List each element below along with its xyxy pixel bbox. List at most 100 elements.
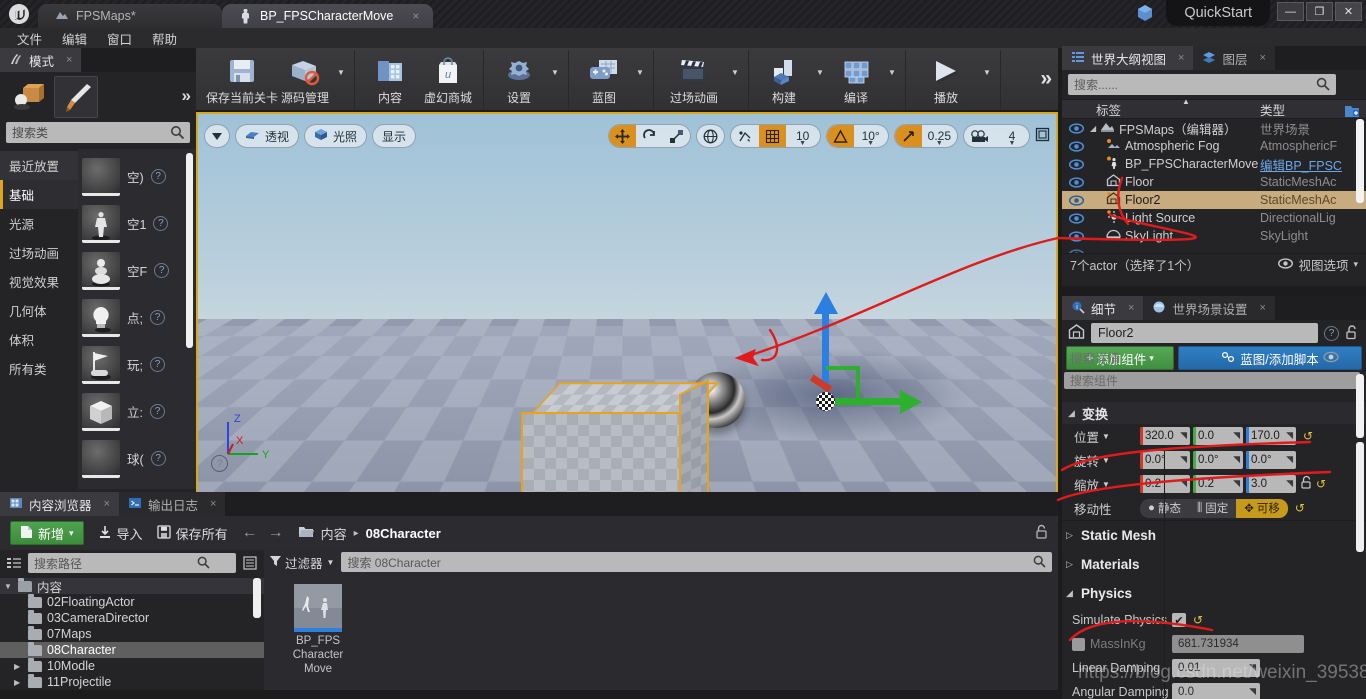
compile-button[interactable]: 编译 bbox=[827, 50, 885, 110]
category-static-mesh[interactable]: ▷ Static Mesh bbox=[1062, 521, 1366, 550]
camera-speed-value[interactable]: 4 ▼ bbox=[995, 125, 1029, 147]
modes-category-lights[interactable]: 光源 bbox=[0, 209, 78, 238]
add-new-button[interactable]: 新增 ▾ bbox=[10, 521, 84, 545]
spinner-icon[interactable]: ◥ bbox=[1233, 478, 1240, 489]
settings-button[interactable]: 设置 bbox=[490, 50, 548, 110]
scale-z-input[interactable]: 3.0 ◥ bbox=[1246, 475, 1296, 493]
compile-caret-icon[interactable]: ▼ bbox=[885, 50, 899, 110]
breadcrumb-current[interactable]: 08Character bbox=[366, 526, 441, 541]
category-physics[interactable]: ◢ Physics bbox=[1062, 579, 1366, 608]
chevron-down-icon[interactable]: ▼ bbox=[1009, 140, 1016, 147]
spinner-icon[interactable]: ◥ bbox=[1233, 454, 1240, 465]
play-caret-icon[interactable]: ▼ bbox=[980, 50, 994, 110]
category-materials[interactable]: ▷ Materials bbox=[1062, 550, 1366, 579]
help-icon[interactable]: ? bbox=[149, 310, 165, 325]
chevron-down-icon[interactable]: ▼ bbox=[327, 558, 335, 567]
import-button[interactable]: 导入 bbox=[98, 524, 143, 543]
scale-lock-icon[interactable] bbox=[1300, 475, 1313, 493]
modes-category-visual-effects[interactable]: 视觉效果 bbox=[0, 267, 78, 296]
modes-category-cinematic[interactable]: 过场动画 bbox=[0, 238, 78, 267]
visibility-eye-icon[interactable] bbox=[1062, 140, 1090, 152]
asset-tile-bp-fpscharactermove[interactable]: BP_FPS Character Move bbox=[286, 584, 350, 676]
position-y-input[interactable]: 0.0 ◥ bbox=[1193, 427, 1243, 445]
tree-node-08character[interactable]: 08Character bbox=[0, 641, 264, 658]
mobility-movable-option[interactable]: ✥ 可移 bbox=[1236, 498, 1288, 518]
scale-x-input[interactable]: 0.2 ◥ bbox=[1140, 475, 1190, 493]
level-tab-fpsmaps[interactable]: FPSMaps* bbox=[38, 4, 222, 28]
chevron-down-icon[interactable]: ▼ bbox=[4, 582, 13, 591]
mobility-stationary-option[interactable]: ⫼ 固定 bbox=[1189, 499, 1236, 518]
lock-icon[interactable] bbox=[1035, 524, 1048, 542]
asset-search-input[interactable]: 搜索 08Character bbox=[341, 552, 1052, 572]
rotate-tool[interactable] bbox=[636, 125, 663, 147]
place-item[interactable]: 球( ? bbox=[82, 435, 196, 482]
modes-category-all-classes[interactable]: 所有类 bbox=[0, 354, 78, 383]
position-z-input[interactable]: 170.0 ◥ bbox=[1246, 427, 1296, 445]
spinner-icon[interactable]: ◥ bbox=[1180, 478, 1187, 489]
build-caret-icon[interactable]: ▼ bbox=[813, 50, 827, 110]
close-icon[interactable]: × bbox=[66, 54, 72, 66]
menu-file[interactable]: 文件 bbox=[8, 27, 51, 50]
tab-world-settings[interactable]: 世界场景设置 × bbox=[1143, 296, 1275, 320]
surface-snap-icon[interactable] bbox=[731, 125, 759, 147]
place-item[interactable]: 空F ? bbox=[82, 247, 196, 294]
help-icon[interactable]: ? bbox=[149, 357, 165, 372]
paint-mode-icon[interactable] bbox=[54, 76, 98, 118]
tree-node-02floatingactor[interactable]: 02FloatingActor bbox=[0, 593, 264, 610]
scale-y-input[interactable]: 0.2 ◥ bbox=[1193, 475, 1243, 493]
outliner-row-type[interactable]: 编辑BP_FPSC bbox=[1260, 155, 1366, 174]
visibility-eye-icon[interactable] bbox=[1062, 248, 1090, 253]
chevron-down-icon[interactable]: ◢ bbox=[1090, 124, 1096, 133]
help-icon[interactable]: ? bbox=[153, 216, 169, 231]
help-icon[interactable]: ? bbox=[1324, 325, 1339, 341]
place-item[interactable]: 空1 ? bbox=[82, 200, 196, 247]
spinner-icon[interactable]: ◥ bbox=[1233, 430, 1240, 441]
tab-layers[interactable]: 图层 × bbox=[1193, 46, 1275, 70]
scale-tool[interactable] bbox=[663, 125, 690, 147]
selected-cube-actor[interactable] bbox=[521, 379, 720, 493]
translate-gizmo[interactable] bbox=[809, 292, 930, 414]
outliner-scrollbar[interactable] bbox=[1356, 119, 1364, 203]
path-picker-icon[interactable] bbox=[5, 554, 23, 572]
gizmo-center-ball[interactable] bbox=[816, 392, 835, 411]
chevron-down-icon[interactable]: ▼ bbox=[867, 140, 874, 147]
visibility-eye-icon[interactable] bbox=[1062, 158, 1090, 170]
visibility-eye-icon[interactable] bbox=[1062, 212, 1090, 224]
level-viewport[interactable]: Z Y X ? 透视 光照 显示 10 ▼ 10° ▼ 0.25 ▼ 4 ▼ bbox=[196, 112, 1058, 495]
camera-icon[interactable] bbox=[964, 125, 995, 147]
outliner-row-atmospheric-fog[interactable]: Atmospheric Fog AtmosphericF bbox=[1062, 137, 1366, 155]
view-options-button[interactable]: 视图选项 ▾ bbox=[1278, 255, 1358, 274]
nav-forward-button[interactable]: → bbox=[268, 524, 284, 542]
chevron-down-icon[interactable]: ◢ bbox=[1066, 588, 1075, 599]
globe-icon[interactable] bbox=[697, 125, 724, 147]
tab-details[interactable]: i 细节 × bbox=[1062, 296, 1144, 320]
close-icon[interactable]: × bbox=[104, 498, 110, 510]
outliner-row-skylight[interactable]: SkyLight SkyLight bbox=[1062, 227, 1366, 245]
spinner-icon[interactable]: ◥ bbox=[1286, 454, 1293, 465]
visibility-eye-icon[interactable] bbox=[1062, 122, 1090, 134]
mass-override-checkbox[interactable] bbox=[1072, 637, 1085, 651]
maximize-icon[interactable] bbox=[1035, 127, 1050, 145]
help-icon[interactable]: ? bbox=[150, 169, 166, 184]
settings-caret-icon[interactable]: ▼ bbox=[548, 50, 562, 110]
angle-snap-value[interactable]: 10° ▼ bbox=[854, 125, 888, 147]
tree-node-10modle[interactable]: ▶ 10Modle bbox=[0, 657, 264, 674]
close-icon[interactable]: × bbox=[1178, 52, 1184, 64]
reset-position-icon[interactable]: ↺ bbox=[1303, 429, 1313, 443]
outliner-search-input[interactable]: 搜索...... bbox=[1068, 74, 1336, 95]
spinner-icon[interactable]: ◥ bbox=[1249, 686, 1256, 697]
modes-search-input[interactable]: 搜索类 bbox=[6, 122, 190, 143]
chevron-down-icon[interactable]: ▼ bbox=[936, 140, 943, 147]
close-window-button[interactable]: ✕ bbox=[1335, 2, 1362, 21]
position-x-input[interactable]: 320.0 ◥ bbox=[1140, 427, 1190, 445]
outliner-row-fpsmaps[interactable]: ◢ FPSMaps（编辑器） 世界场景 bbox=[1062, 119, 1366, 137]
save-current-level-button[interactable]: 保存当前关卡 bbox=[206, 50, 278, 110]
viewport-show-button[interactable]: 显示 bbox=[372, 124, 417, 148]
filter-button[interactable]: 过滤器 ▼ bbox=[270, 553, 334, 572]
chevron-right-icon[interactable]: ▶ bbox=[14, 662, 23, 671]
modes-category-recently-placed[interactable]: 最近放置 bbox=[0, 151, 78, 180]
modes-scrollbar[interactable] bbox=[186, 153, 193, 348]
modes-category-volumes[interactable]: 体积 bbox=[0, 325, 78, 354]
outliner-row-floor2[interactable]: Floor2 StaticMeshAc bbox=[1062, 191, 1366, 209]
chevron-down-icon[interactable]: ▾ bbox=[1353, 259, 1358, 270]
